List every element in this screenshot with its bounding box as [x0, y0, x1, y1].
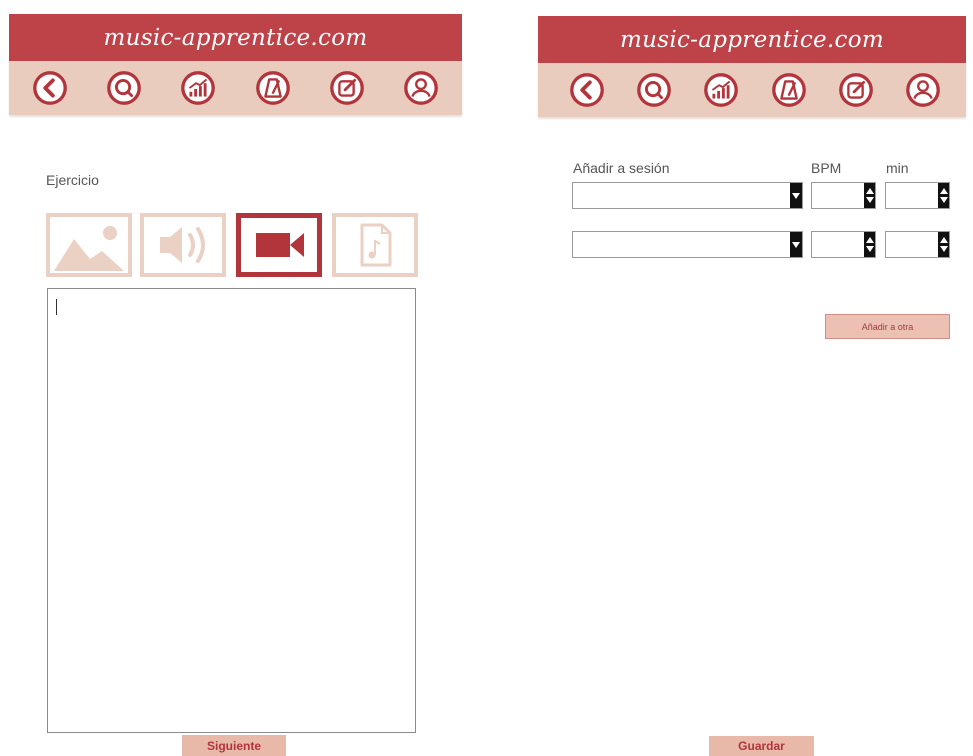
- back-icon[interactable]: [31, 69, 69, 107]
- edit-icon[interactable]: [837, 71, 875, 109]
- app-header: music-apprentice.com: [9, 14, 462, 115]
- min-stepper-icon[interactable]: [938, 232, 949, 257]
- search-icon[interactable]: [105, 69, 143, 107]
- min-input[interactable]: [885, 231, 950, 258]
- profile-icon[interactable]: [904, 71, 942, 109]
- session-screen: music-apprentice.com Añadir a sesión BPM…: [538, 0, 966, 756]
- session-select[interactable]: [572, 182, 803, 209]
- brand-bar: music-apprentice.com: [538, 16, 966, 63]
- min-stepper-icon[interactable]: [938, 183, 949, 208]
- profile-icon[interactable]: [402, 69, 440, 107]
- nav-bar: [538, 63, 966, 117]
- back-icon[interactable]: [568, 71, 606, 109]
- bpm-stepper-icon[interactable]: [864, 232, 875, 257]
- chevron-down-icon[interactable]: [790, 183, 802, 208]
- exercise-text-area[interactable]: [47, 288, 416, 733]
- app-header: music-apprentice.com: [538, 16, 966, 117]
- bpm-label: BPM: [811, 160, 842, 176]
- brand-bar: music-apprentice.com: [9, 14, 462, 61]
- stats-icon[interactable]: [179, 69, 217, 107]
- media-type-selector: [46, 213, 418, 277]
- session-select[interactable]: [572, 231, 803, 258]
- bpm-stepper-icon[interactable]: [864, 183, 875, 208]
- stats-icon[interactable]: [702, 71, 740, 109]
- session-label: Añadir a sesión: [573, 160, 670, 176]
- text-cursor: [56, 299, 57, 315]
- bpm-input[interactable]: [811, 182, 876, 209]
- brand-title: music-apprentice.com: [620, 26, 884, 53]
- edit-icon[interactable]: [328, 69, 366, 107]
- brand-title: music-apprentice.com: [103, 24, 368, 51]
- add-other-button[interactable]: Añadir a otra: [825, 314, 950, 339]
- bpm-input[interactable]: [811, 231, 876, 258]
- score-icon[interactable]: [332, 213, 418, 277]
- save-button[interactable]: Guardar: [709, 736, 814, 756]
- exercise-screen: music-apprentice.com Ejercicio Siguiente: [9, 0, 462, 756]
- next-button[interactable]: Siguiente: [182, 735, 286, 756]
- min-input[interactable]: [885, 182, 950, 209]
- video-icon[interactable]: [236, 213, 322, 277]
- metronome-icon[interactable]: [254, 69, 292, 107]
- metronome-icon[interactable]: [770, 71, 808, 109]
- chevron-down-icon[interactable]: [790, 232, 802, 257]
- nav-bar: [9, 61, 462, 115]
- image-icon[interactable]: [46, 213, 132, 277]
- search-icon[interactable]: [635, 71, 673, 109]
- exercise-label: Ejercicio: [46, 172, 99, 188]
- audio-icon[interactable]: [140, 213, 226, 277]
- min-label: min: [886, 160, 909, 176]
